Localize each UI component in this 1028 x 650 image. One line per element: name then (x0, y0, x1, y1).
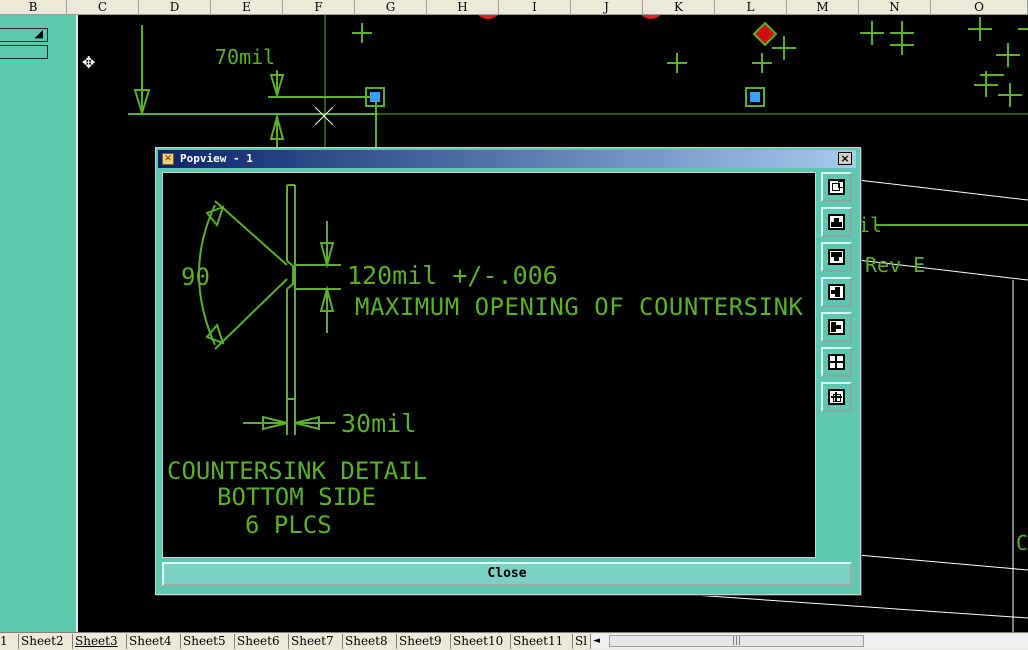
opening-dimension: 120mil +/-.006 (347, 261, 558, 290)
sheet-tab[interactable]: Sheet7 (288, 634, 334, 649)
partial-label: C (1016, 531, 1028, 555)
zoom-window-button[interactable] (821, 172, 852, 202)
column-header-o[interactable]: O (931, 0, 1028, 14)
column-header-b[interactable]: B (0, 0, 67, 14)
sheet-tab[interactable]: Sheet2 (18, 634, 64, 649)
close-icon[interactable]: × (838, 152, 852, 165)
revision-label: Rev E (865, 253, 926, 277)
column-header-l[interactable]: L (715, 0, 787, 14)
column-header-g[interactable]: G (355, 0, 427, 14)
sheet-tab-bar: Sl Sheet11 Sheet10 Sheet9 Sheet8 Sheet7 Sheet6… (0, 632, 1028, 650)
angle-label: 90 (181, 263, 210, 291)
pan-right-icon (828, 319, 845, 335)
column-header-bar: BCDEFGHIJKLMNO (0, 0, 1028, 15)
detail-title: COUNTERSINK DETAIL (167, 457, 428, 485)
column-header-f[interactable]: F (283, 0, 355, 14)
pan-left-button[interactable] (821, 277, 852, 307)
popview-drawing-area[interactable]: 90 120mil +/-.006 MAXIMUM OPENING OF COU… (162, 172, 816, 558)
popview-window: ✕ Popview - 1 × 90 120mil +/-.006 MAXIMU… (155, 147, 861, 595)
column-header-m[interactable]: M (787, 0, 859, 14)
zoom-in-button[interactable] (821, 347, 852, 377)
zoom-out-icon (828, 389, 845, 405)
sheet-tab[interactable]: Sl (572, 634, 587, 649)
window-icon: ✕ (162, 153, 174, 165)
column-header-h[interactable]: H (427, 0, 499, 14)
sheet-tab[interactable]: Sheet5 (180, 634, 226, 649)
pan-down-button[interactable] (821, 242, 852, 272)
pan-left-icon (828, 284, 845, 300)
left-panel-row[interactable]: ◢ (0, 27, 48, 42)
popview-toolbar (819, 172, 855, 558)
zoom-out-button[interactable] (821, 382, 852, 412)
pan-down-icon (828, 249, 845, 265)
pan-up-icon (828, 214, 845, 230)
horizontal-scrollbar[interactable]: ◄ ||| (590, 634, 1028, 649)
opening-note: MAXIMUM OPENING OF COUNTERSINK (355, 293, 804, 321)
thickness-dimension: 30mil (341, 409, 417, 438)
detail-side: BOTTOM SIDE (217, 483, 376, 511)
column-header-i[interactable]: I (499, 0, 571, 14)
scroll-thumb[interactable]: ||| (609, 635, 864, 647)
column-header-c[interactable]: C (67, 0, 139, 14)
column-header-j[interactable]: J (571, 0, 643, 14)
sheet-tab[interactable]: Sheet10 (450, 634, 503, 649)
sheet-tab[interactable]: Sheet11 (510, 634, 563, 649)
sheet-tab[interactable]: Sheet4 (126, 634, 172, 649)
pan-up-button[interactable] (821, 207, 852, 237)
detail-count: 6 PLCS (245, 511, 332, 539)
zoom-window-icon (828, 179, 845, 195)
scroll-left-arrow-icon[interactable]: ◄ (593, 636, 600, 646)
pan-right-button[interactable] (821, 312, 852, 342)
column-header-n[interactable]: N (859, 0, 931, 14)
window-title: Popview - 1 (180, 152, 253, 165)
column-header-k[interactable]: K (643, 0, 715, 14)
sheet-tab[interactable]: Sheet8 (342, 634, 388, 649)
column-header-e[interactable]: E (211, 0, 283, 14)
zoom-in-icon (828, 354, 845, 370)
sheet-tab[interactable]: Sheet3 (72, 634, 118, 649)
popview-titlebar[interactable]: ✕ Popview - 1 × (158, 150, 856, 168)
partial-label: il (858, 213, 883, 237)
pin-icon: ◢ (34, 27, 43, 40)
left-panel: ◢ (0, 15, 78, 632)
dimension-label: 70mil (215, 45, 276, 69)
sheet-tab[interactable]: Sheet6 (234, 634, 280, 649)
column-header-d[interactable]: D (139, 0, 211, 14)
sheet-tab[interactable]: Sheet9 (396, 634, 442, 649)
left-panel-row[interactable] (0, 45, 48, 59)
move-cursor-icon: ✥ (82, 53, 96, 72)
close-button[interactable]: Close (162, 562, 852, 586)
sheet-tab[interactable]: 1 (0, 634, 8, 649)
